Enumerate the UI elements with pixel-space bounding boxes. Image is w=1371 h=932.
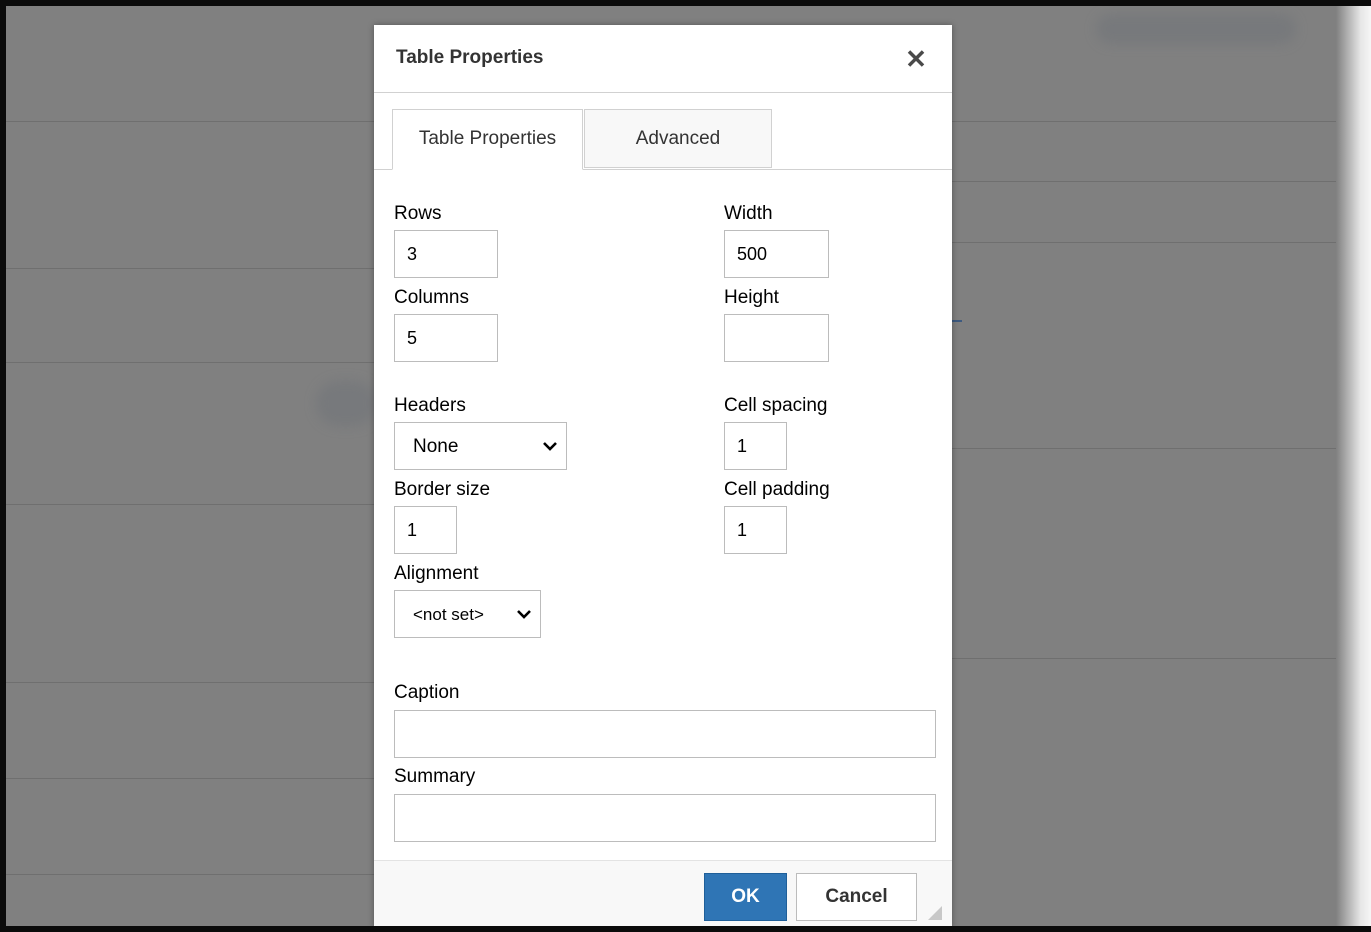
chevron-down-icon [517,610,531,619]
screen: Table Properties ✕ Table Properties Adva… [0,0,1371,932]
resize-grip-icon[interactable] [926,904,942,920]
table-properties-dialog: Table Properties ✕ Table Properties Adva… [374,25,952,926]
rows-label: Rows [394,203,442,224]
tab-advanced[interactable]: Advanced [584,109,772,168]
cell-padding-input[interactable] [724,506,787,554]
border-size-label: Border size [394,479,491,500]
dialog-footer: OK Cancel [374,860,952,926]
background-divider [6,778,374,779]
cell-padding-label: Cell padding [724,479,830,500]
background-divider [952,181,1352,182]
background-divider [6,268,374,269]
chevron-down-icon [543,442,557,451]
cell-spacing-label: Cell spacing [724,395,828,416]
columns-input[interactable] [394,314,498,362]
background-divider [6,682,374,683]
width-input[interactable] [724,230,829,278]
background-blur [1096,14,1296,44]
summary-label: Summary [394,766,476,787]
background-divider [952,448,1352,449]
cancel-button[interactable]: Cancel [796,873,917,921]
dialog-title: Table Properties [396,47,544,68]
border-size-input[interactable] [394,506,457,554]
background-divider [6,121,374,122]
alignment-select-value: <not set> [413,605,484,624]
cell-spacing-input[interactable] [724,422,787,470]
height-input[interactable] [724,314,829,362]
caption-label: Caption [394,682,460,703]
background-divider [952,121,1352,122]
headers-select-value: None [413,436,459,457]
tab-table-properties[interactable]: Table Properties [392,109,583,170]
headers-label: Headers [394,395,466,416]
background-divider [952,242,1352,243]
ok-button[interactable]: OK [704,873,787,921]
background-edge [1336,6,1371,926]
summary-input[interactable] [394,794,936,842]
width-label: Width [724,203,773,224]
alignment-label: Alignment [394,563,479,584]
background-divider [952,658,1352,659]
alignment-select[interactable]: <not set> [394,590,541,638]
columns-label: Columns [394,287,469,308]
headers-select[interactable]: None [394,422,567,470]
background-divider [6,504,374,505]
caption-input[interactable] [394,710,936,758]
dialog-header[interactable]: Table Properties ✕ [374,25,952,93]
background-blur [316,381,376,426]
rows-input[interactable] [394,230,498,278]
background-divider [6,874,374,875]
height-label: Height [724,287,779,308]
background-divider [952,320,962,322]
background-divider [6,362,374,363]
close-icon[interactable]: ✕ [904,46,928,72]
tab-bar: Table Properties Advanced [374,109,952,170]
